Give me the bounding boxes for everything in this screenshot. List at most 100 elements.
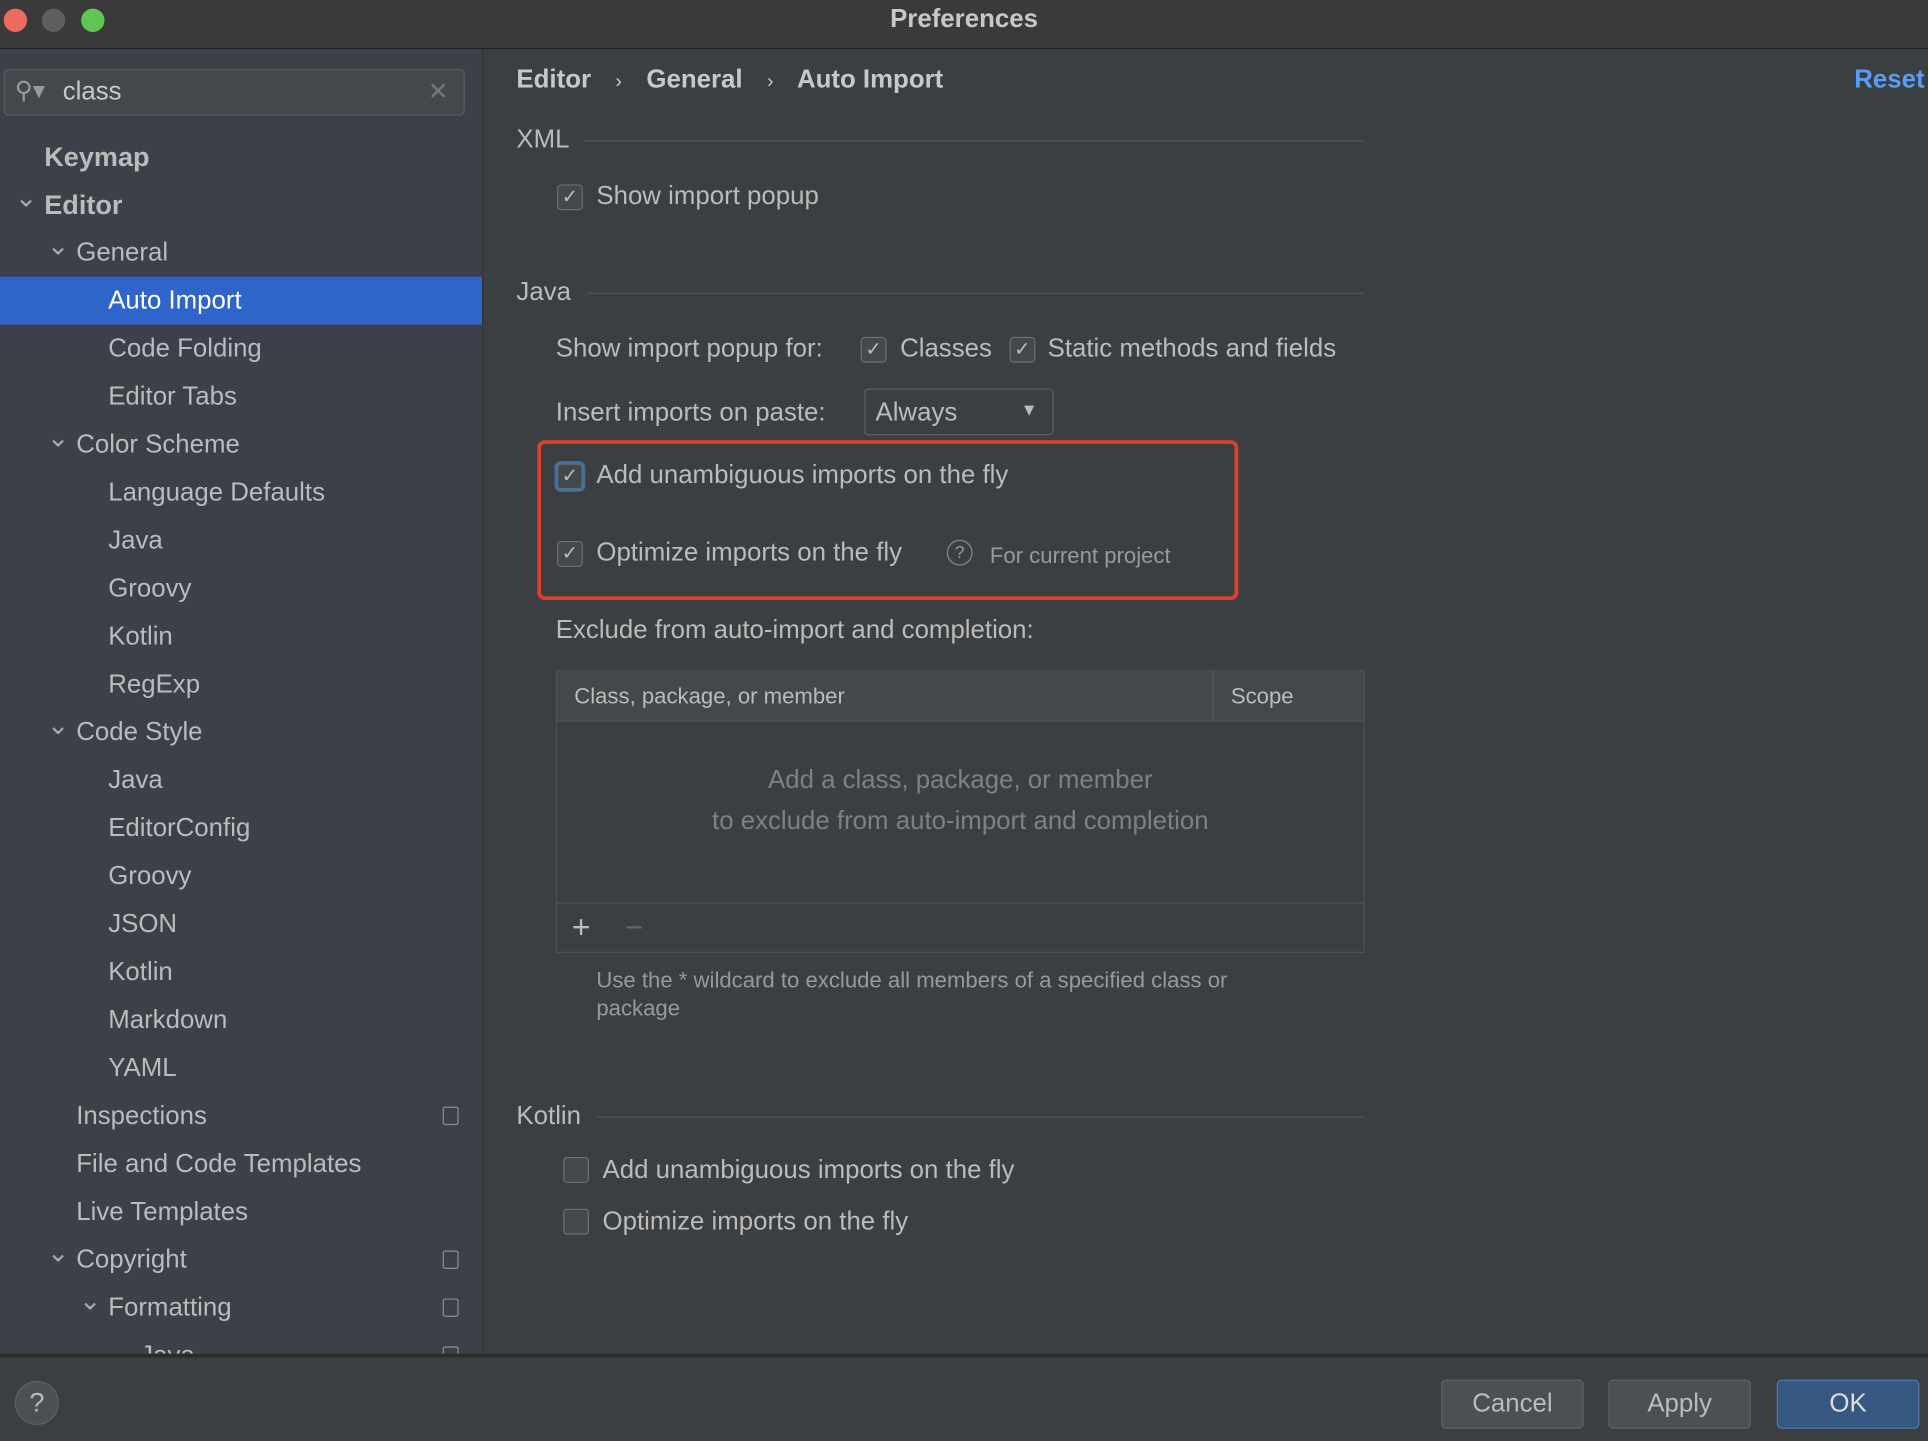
cancel-button[interactable]: Cancel — [1441, 1379, 1584, 1429]
search-input[interactable]: ⚲▾ class ✕ — [3, 68, 465, 116]
project-settings-icon — [442, 1346, 459, 1354]
close-icon[interactable]: ✕ — [428, 76, 449, 107]
dropdown-value: Always — [875, 398, 958, 427]
remove-icon[interactable]: − — [625, 909, 644, 947]
chevron-down-icon[interactable]: ⌄ — [79, 1276, 102, 1324]
sidebar-item[interactable]: Editor Tabs — [0, 373, 482, 421]
reset-link[interactable]: Reset — [1854, 65, 1924, 95]
kotlin-section-title: Kotlin — [516, 1101, 582, 1131]
sidebar-item-label: Java — [108, 766, 163, 795]
chevron-down-icon: ▼ — [1020, 399, 1038, 420]
chevron-down-icon[interactable]: ⌄ — [15, 173, 38, 221]
add-unambiguous-checkbox[interactable]: ✓ — [557, 463, 583, 490]
xml-show-popup-checkbox[interactable]: ✓ — [557, 184, 583, 211]
divider — [586, 292, 1365, 294]
chevron-right-icon: › — [615, 71, 622, 93]
column-header[interactable]: Scope — [1231, 684, 1294, 710]
sidebar-item[interactable]: Language Defaults — [0, 468, 482, 516]
sidebar-item[interactable]: ⌄ Code Style — [0, 708, 482, 756]
search-value: class — [62, 77, 122, 106]
xml-section-title: XML — [516, 125, 570, 154]
show-popup-for-label: Show import popup for: — [555, 334, 823, 363]
sidebar-item-label: Groovy — [108, 574, 192, 603]
sidebar-item[interactable]: Markdown — [0, 996, 482, 1044]
sidebar-item-label: Code Folding — [108, 334, 262, 363]
static-methods-checkbox[interactable]: ✓ — [1009, 336, 1036, 363]
project-settings-icon — [442, 1106, 459, 1126]
sidebar-item-label: JSON — [108, 909, 178, 939]
sidebar-item[interactable]: Java — [0, 516, 482, 564]
add-unambiguous-label: Add unambiguous imports on the fly — [596, 461, 1009, 490]
sidebar-item[interactable]: Groovy — [0, 564, 482, 612]
chevron-down-icon[interactable]: ⌄ — [47, 221, 70, 269]
optimize-imports-checkbox[interactable]: ✓ — [557, 541, 583, 567]
sidebar-item-label: Groovy — [108, 861, 192, 891]
sidebar-item[interactable]: ⌄ Editor — [0, 181, 482, 229]
sidebar-item[interactable]: ⌄ Formatting — [0, 1284, 482, 1332]
ok-button[interactable]: OK — [1776, 1379, 1920, 1429]
settings-panel: Editor › General › Auto Import Reset XML… — [483, 49, 1928, 1354]
sidebar-item-label: Live Templates — [76, 1197, 249, 1226]
sidebar-item-label: Color Scheme — [76, 430, 240, 459]
optimize-hint: For current project — [989, 543, 1171, 569]
sidebar-item-label: Code Style — [76, 718, 203, 747]
sidebar-item-label: Markdown — [108, 1005, 228, 1035]
column-header[interactable]: Class, package, or member — [574, 684, 845, 710]
sidebar-item-label: Editor Tabs — [108, 382, 237, 411]
sidebar-item-label: File and Code Templates — [76, 1149, 362, 1178]
breadcrumb-item[interactable]: Editor — [516, 65, 591, 93]
sidebar-item[interactable]: YAML — [0, 1044, 482, 1092]
sidebar-item-label: EditorConfig — [108, 813, 251, 843]
sidebar-item[interactable]: EditorConfig — [0, 804, 482, 852]
sidebar-item[interactable]: RegExp — [0, 660, 482, 708]
optimize-imports-label: Optimize imports on the fly — [596, 538, 903, 567]
sidebar-item-label: Java — [108, 526, 163, 555]
sidebar-item[interactable]: Java — [0, 756, 482, 804]
insert-on-paste-dropdown[interactable]: Always ▼ — [864, 388, 1054, 436]
sidebar-item[interactable]: Code Folding — [0, 325, 482, 373]
chevron-down-icon[interactable]: ⌄ — [47, 1228, 70, 1276]
settings-sidebar: ⚲▾ class ✕ Keymap ⌄ Editor ⌄ General Auto Imp… — [0, 49, 484, 1354]
sidebar-item-label: General — [76, 238, 169, 267]
project-settings-icon — [442, 1250, 459, 1269]
table-header: Class, package, or member Scope — [557, 671, 1364, 722]
kotlin-add-unambiguous-label: Add unambiguous imports on the fly — [602, 1155, 1015, 1185]
project-settings-icon — [442, 1298, 459, 1317]
chevron-down-icon[interactable]: ⌄ — [47, 413, 70, 461]
java-section-title: Java — [516, 277, 571, 307]
sidebar-item[interactable]: JSON — [0, 900, 482, 948]
apply-button[interactable]: Apply — [1608, 1379, 1751, 1429]
sidebar-item[interactable]: ⌄ Copyright — [0, 1236, 482, 1284]
sidebar-item-label: Formatting — [108, 1293, 232, 1322]
breadcrumb-item: Auto Import — [796, 65, 944, 94]
breadcrumb-item[interactable]: General — [646, 65, 742, 93]
sidebar-item-label: Java — [140, 1332, 195, 1353]
help-button[interactable]: ? — [14, 1380, 60, 1426]
classes-label: Classes — [900, 334, 992, 363]
classes-checkbox[interactable]: ✓ — [860, 336, 887, 363]
help-icon[interactable]: ? — [946, 539, 973, 566]
sidebar-item[interactable]: Java — [0, 1332, 482, 1354]
sidebar-item[interactable]: Live Templates — [0, 1188, 482, 1236]
table-empty-text: Add a class, package, or member to exclud… — [712, 766, 1209, 835]
kotlin-optimize-checkbox[interactable] — [563, 1208, 589, 1235]
window-title: Preferences — [890, 4, 1038, 34]
xml-show-popup-label: Show import popup — [596, 181, 819, 211]
sidebar-item[interactable]: File and Code Templates — [0, 1140, 482, 1188]
add-icon[interactable]: + — [572, 909, 591, 947]
sidebar-item[interactable]: ⌄ Color Scheme — [0, 421, 482, 469]
exclude-table: Class, package, or member Scope Add a cl… — [555, 670, 1365, 953]
sidebar-item[interactable]: Kotlin — [0, 612, 482, 660]
sidebar-item-label: RegExp — [108, 670, 201, 699]
sidebar-item[interactable]: Groovy — [0, 852, 482, 900]
breadcrumb: Editor › General › Auto Import — [516, 65, 943, 95]
title-bar: Preferences — [0, 0, 1928, 50]
sidebar-item[interactable]: Keymap — [0, 133, 482, 181]
sidebar-item[interactable]: Kotlin — [0, 948, 482, 996]
kotlin-add-unambiguous-checkbox[interactable] — [563, 1157, 589, 1183]
sidebar-item-label: Language Defaults — [108, 478, 325, 507]
sidebar-item[interactable]: Auto Import — [0, 276, 483, 325]
sidebar-item[interactable]: ⌄ General — [0, 229, 482, 277]
chevron-down-icon[interactable]: ⌄ — [47, 701, 70, 749]
sidebar-item[interactable]: Inspections — [0, 1092, 482, 1140]
